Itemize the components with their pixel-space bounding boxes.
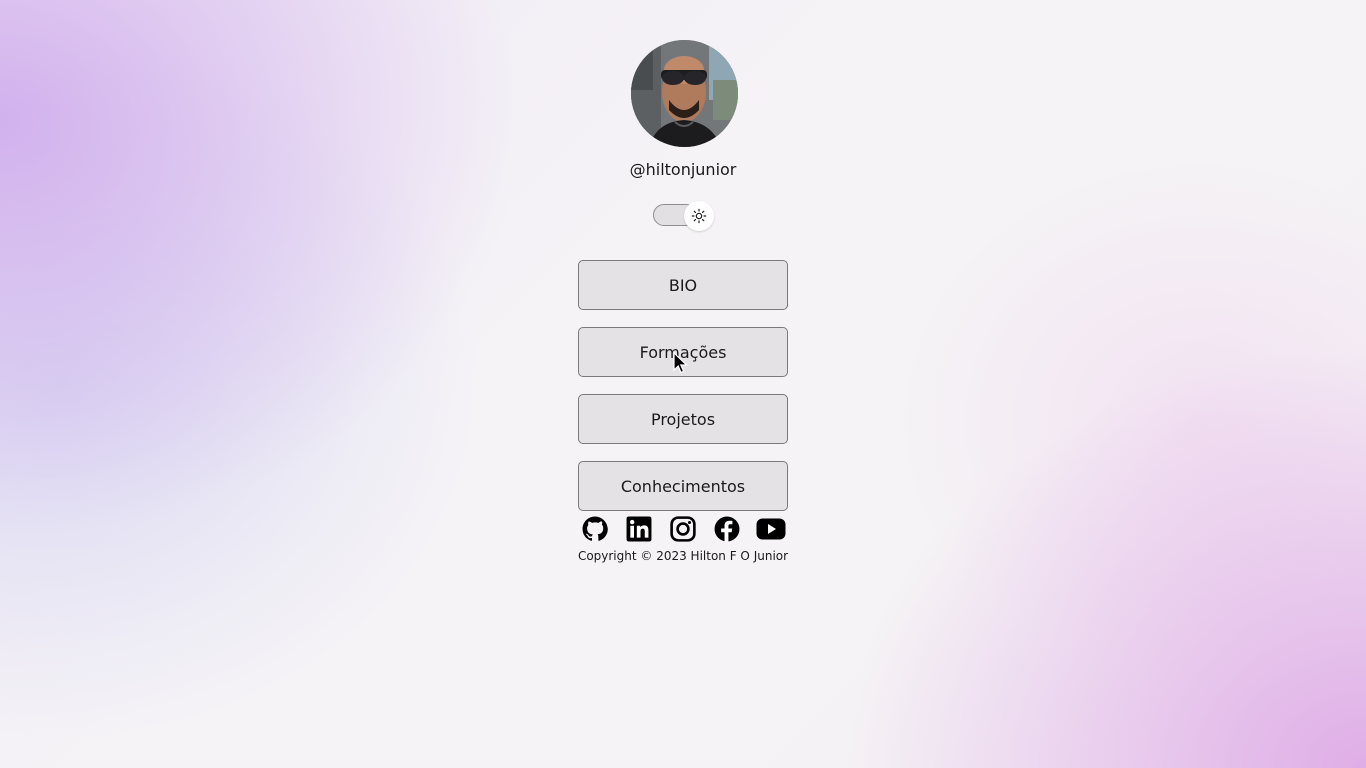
youtube-link[interactable] xyxy=(756,515,786,543)
github-icon xyxy=(582,516,608,541)
username-label: @hiltonjunior xyxy=(629,160,737,179)
facebook-icon xyxy=(714,516,740,542)
youtube-icon xyxy=(756,518,786,540)
facebook-link[interactable] xyxy=(713,515,741,543)
cursor-arrow-icon xyxy=(673,351,688,374)
linkedin-link[interactable] xyxy=(625,515,653,543)
projetos-button[interactable]: Projetos xyxy=(578,394,788,444)
github-link[interactable] xyxy=(581,515,609,543)
linkedin-icon xyxy=(626,516,652,542)
conhecimentos-button[interactable]: Conhecimentos xyxy=(578,461,788,511)
profile-photo-icon xyxy=(631,40,738,147)
theme-toggle-knob[interactable] xyxy=(684,201,714,231)
mouse-pointer-icon xyxy=(673,351,689,378)
sun-icon xyxy=(691,208,707,224)
instagram-link[interactable] xyxy=(669,515,697,543)
instagram-icon xyxy=(670,516,696,542)
profile-avatar xyxy=(631,40,738,147)
bio-button[interactable]: BIO xyxy=(578,260,788,310)
copyright-text: Copyright © 2023 Hilton F O Junior xyxy=(577,549,789,563)
linktree-page: @hiltonjunior BIO Formações Projetos Con… xyxy=(0,0,1366,768)
